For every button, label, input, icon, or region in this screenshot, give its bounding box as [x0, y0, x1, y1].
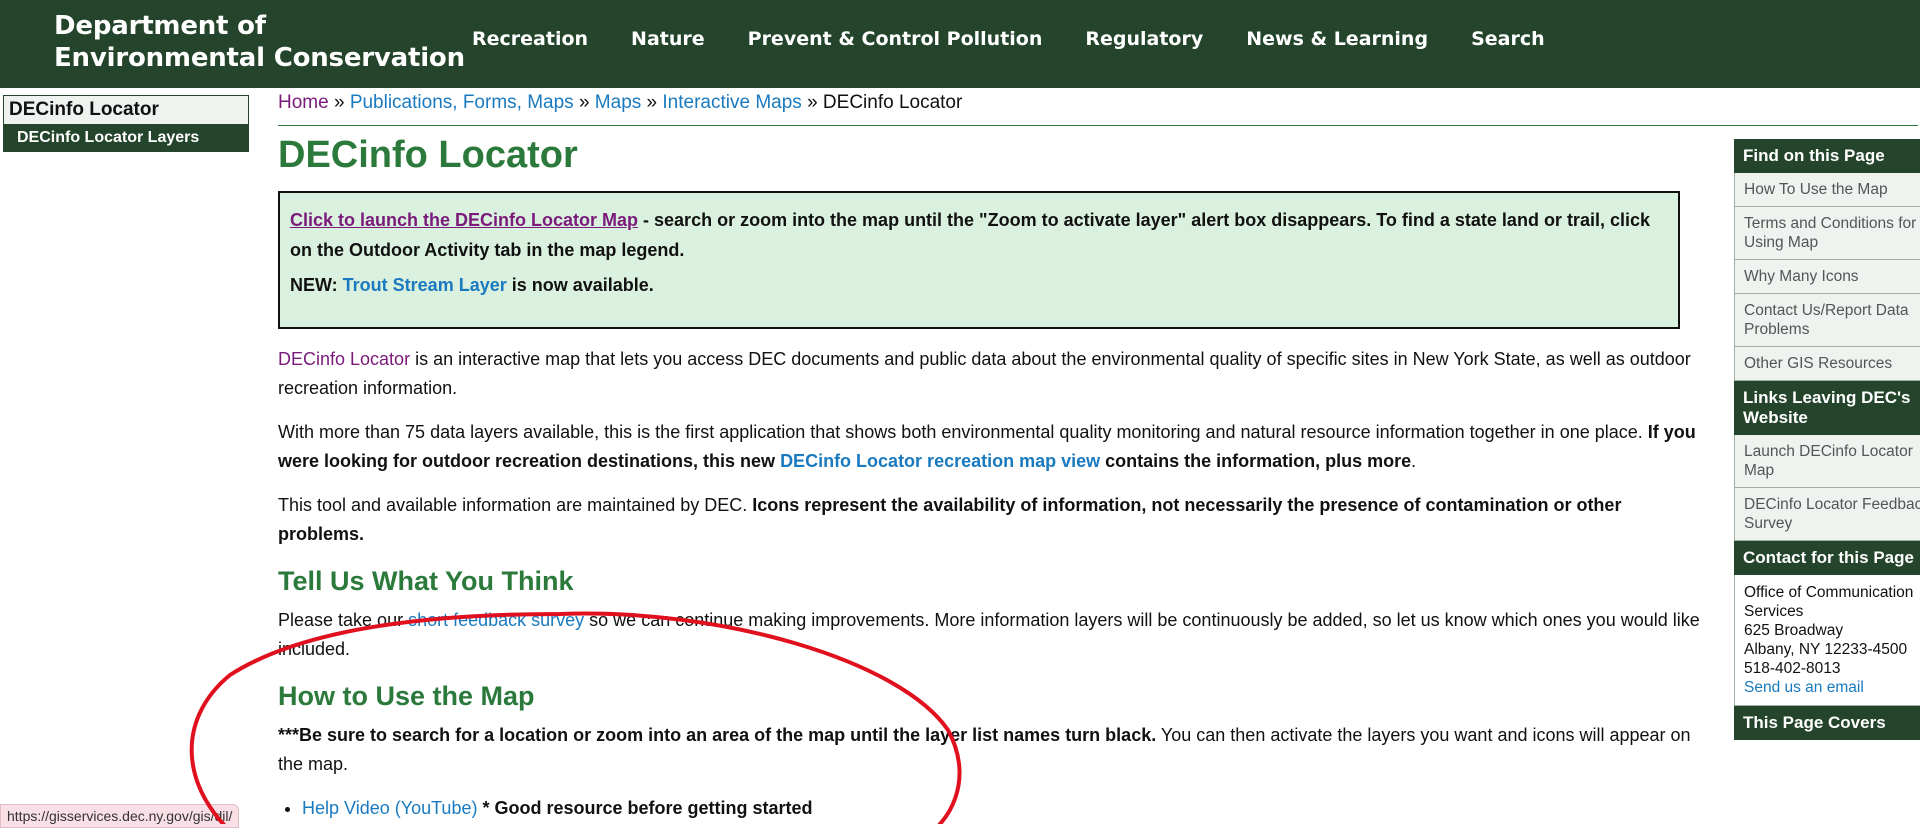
find-terms[interactable]: Terms and Conditions for Using Map — [1734, 207, 1920, 260]
contact-info: Office of Communication Services 625 Bro… — [1734, 575, 1920, 706]
launch-map-link[interactable]: Click to launch the DECinfo Locator Map — [290, 210, 638, 230]
find-how-to-use[interactable]: How To Use the Map — [1734, 173, 1920, 207]
page-title: DECinfo Locator — [278, 134, 578, 176]
intro-paragraph: DECinfo Locator is an interactive map th… — [278, 349, 1691, 398]
brand-line-1: Department of — [54, 11, 266, 41]
breadcrumb-current: DECinfo Locator — [822, 92, 963, 113]
left-nav-layers[interactable]: DECinfo Locator Layers — [4, 125, 248, 151]
nav-nature[interactable]: Nature — [631, 28, 705, 50]
list-item: Help Video (YouTube) * Good resource bef… — [302, 794, 1708, 823]
nav-prevent-pollution[interactable]: Prevent & Control Pollution — [748, 28, 1043, 50]
breadcrumb-interactive-maps[interactable]: Interactive Maps — [662, 92, 801, 113]
feedback-paragraph: Please take our short feedback survey so… — [278, 610, 1700, 659]
link-launch-map[interactable]: Launch DECinfo Locator Map — [1734, 435, 1920, 488]
nav-recreation[interactable]: Recreation — [472, 28, 588, 50]
decinfo-locator-link[interactable]: DECinfo Locator — [278, 349, 410, 369]
maintained-paragraph: This tool and available information are … — [278, 495, 1622, 544]
dec-logo-link[interactable]: Department of Environmental Conservation — [54, 10, 465, 74]
find-gis-resources[interactable]: Other GIS Resources — [1734, 347, 1920, 381]
feedback-survey-link[interactable]: short feedback survey — [408, 610, 584, 630]
find-contact-report[interactable]: Contact Us/Report Data Problems — [1734, 294, 1920, 347]
site-header: Department of Environmental Conservation… — [0, 0, 1920, 88]
page-covers-heading: This Page Covers — [1734, 706, 1920, 740]
links-leaving-heading: Links Leaving DEC's Website — [1734, 381, 1920, 435]
main-content: DECinfo Locator is an interactive map th… — [278, 345, 1708, 823]
brand-line-2: Environmental Conservation — [54, 43, 465, 73]
link-feedback-survey[interactable]: DECinfo Locator Feedback Survey — [1734, 488, 1920, 541]
find-why-icons[interactable]: Why Many Icons — [1734, 260, 1920, 294]
status-url: https://gisservices.dec.ny.gov/gis/dil/ — [0, 804, 240, 828]
howto-heading: How to Use the Map — [278, 681, 535, 711]
main-nav: Recreation Nature Prevent & Control Poll… — [472, 28, 1588, 50]
breadcrumb: Home » Publications, Forms, Maps » Maps … — [278, 92, 1918, 126]
left-nav-title[interactable]: DECinfo Locator — [4, 96, 248, 125]
send-email-link[interactable]: Send us an email — [1744, 679, 1864, 696]
recreation-map-view-link[interactable]: DECinfo Locator recreation map view — [780, 451, 1100, 471]
howto-list: Help Video (YouTube) * Good resource bef… — [278, 794, 1708, 823]
nav-news-learning[interactable]: News & Learning — [1246, 28, 1428, 50]
find-on-page-heading: Find on this Page — [1734, 139, 1920, 173]
breadcrumb-home[interactable]: Home — [278, 92, 329, 113]
right-sidebar: Find on this Page How To Use the Map Ter… — [1734, 139, 1920, 740]
left-section-nav: DECinfo Locator DECinfo Locator Layers — [3, 95, 249, 152]
breadcrumb-maps[interactable]: Maps — [595, 92, 641, 113]
help-video-link[interactable]: Help Video (YouTube) — [302, 798, 477, 818]
trout-stream-link[interactable]: Trout Stream Layer — [343, 275, 507, 295]
notice-box: Click to launch the DECinfo Locator Map … — [278, 191, 1680, 329]
layers-paragraph: With more than 75 data layers available,… — [278, 422, 1696, 471]
nav-search[interactable]: Search — [1471, 28, 1545, 50]
howto-paragraph: ***Be sure to search for a location or z… — [278, 725, 1691, 774]
contact-heading: Contact for this Page — [1734, 541, 1920, 575]
feedback-heading: Tell Us What You Think — [278, 566, 574, 596]
nav-regulatory[interactable]: Regulatory — [1085, 28, 1203, 50]
breadcrumb-publications[interactable]: Publications, Forms, Maps — [350, 92, 574, 113]
